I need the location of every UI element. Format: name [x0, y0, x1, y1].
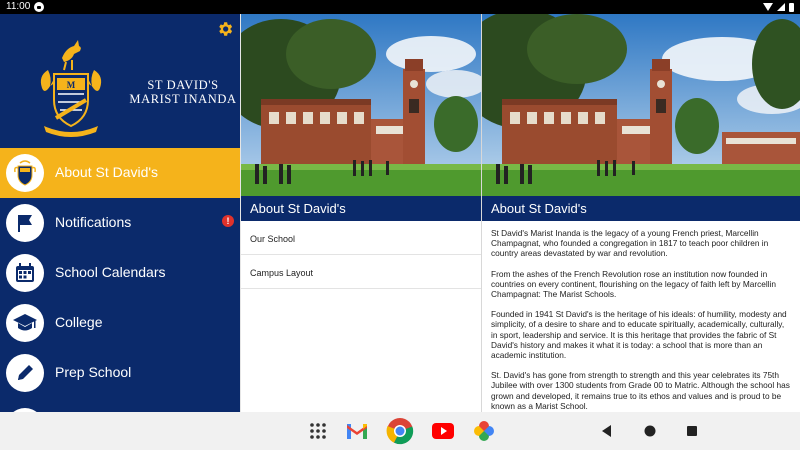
- hero-image: [482, 14, 800, 196]
- school-name-line1: ST DAVID'S: [147, 78, 219, 92]
- navigation-drawer: M ST DAVID'S MARIST INANDA About St Davi…: [0, 14, 240, 412]
- about-detail-panel: About St David's St David's Marist Inand…: [482, 14, 800, 412]
- school-name: ST DAVID'S MARIST INANDA: [128, 78, 238, 106]
- sidebar-item-label: Prep School: [55, 364, 132, 380]
- status-time: 11:00: [6, 1, 31, 12]
- about-paragraph: St David's Marist Inanda is the legacy o…: [491, 228, 769, 259]
- list-item-our-school[interactable]: Our School: [241, 221, 481, 255]
- sidebar-item-label: College: [55, 314, 103, 330]
- about-paragraph: St. David's has gone from strength to st…: [491, 370, 790, 411]
- gear-icon[interactable]: [216, 20, 234, 38]
- system-navigation-bar: [0, 412, 800, 450]
- list-item-campus-layout[interactable]: Campus Layout: [241, 255, 481, 289]
- sidebar-item-notifications[interactable]: Notifications !: [0, 198, 240, 248]
- recents-button[interactable]: [687, 426, 697, 436]
- graduation-cap-icon: [6, 304, 44, 342]
- school-crest-logo: M: [40, 40, 102, 137]
- status-bar: 11:00: [0, 0, 800, 14]
- pencil-icon: [6, 354, 44, 392]
- flag-icon: [6, 204, 44, 242]
- detail-panel-title: About St David's: [482, 196, 800, 221]
- gmail-icon[interactable]: [347, 424, 367, 439]
- notification-indicator-icon: [34, 2, 44, 12]
- about-text: St David's Marist Inanda is the legacy o…: [482, 221, 800, 411]
- hero-image: [241, 14, 481, 196]
- about-paragraph: From the ashes of the French Revolution …: [491, 268, 777, 300]
- sidebar-item-about[interactable]: About St David's: [0, 148, 240, 198]
- list-panel-title: About St David's: [241, 196, 481, 221]
- crest-icon: [6, 154, 44, 192]
- sidebar-item-label: School Calendars: [55, 264, 166, 280]
- about-list-panel: About St David's Our School Campus Layou…: [241, 14, 481, 412]
- sidebar-item-more[interactable]: [0, 398, 240, 412]
- battery-icon: [789, 2, 794, 12]
- home-button[interactable]: [644, 425, 656, 437]
- photos-icon[interactable]: [474, 421, 494, 441]
- school-name-line2: MARIST INANDA: [129, 92, 237, 106]
- app-drawer-icon[interactable]: [310, 423, 326, 439]
- sidebar-item-prep-school[interactable]: Prep School: [0, 348, 240, 398]
- sidebar-item-calendars[interactable]: School Calendars: [0, 248, 240, 298]
- calendar-icon: [6, 254, 44, 292]
- sidebar-item-label: Notifications: [55, 214, 132, 230]
- back-button[interactable]: [602, 425, 612, 437]
- sidebar-item-label: About St David's: [55, 164, 159, 180]
- chrome-icon[interactable]: [386, 417, 414, 445]
- youtube-icon[interactable]: [432, 423, 454, 439]
- drawer-header: M ST DAVID'S MARIST INANDA: [0, 14, 240, 148]
- sidebar-item-college[interactable]: College: [0, 298, 240, 348]
- status-icons: [763, 1, 794, 13]
- svg-text:M: M: [67, 80, 76, 90]
- wifi-icon: [763, 3, 773, 11]
- about-paragraph: Founded in 1941 St David's is the herita…: [491, 309, 787, 361]
- signal-icon: [777, 3, 785, 11]
- notification-badge: !: [222, 215, 234, 227]
